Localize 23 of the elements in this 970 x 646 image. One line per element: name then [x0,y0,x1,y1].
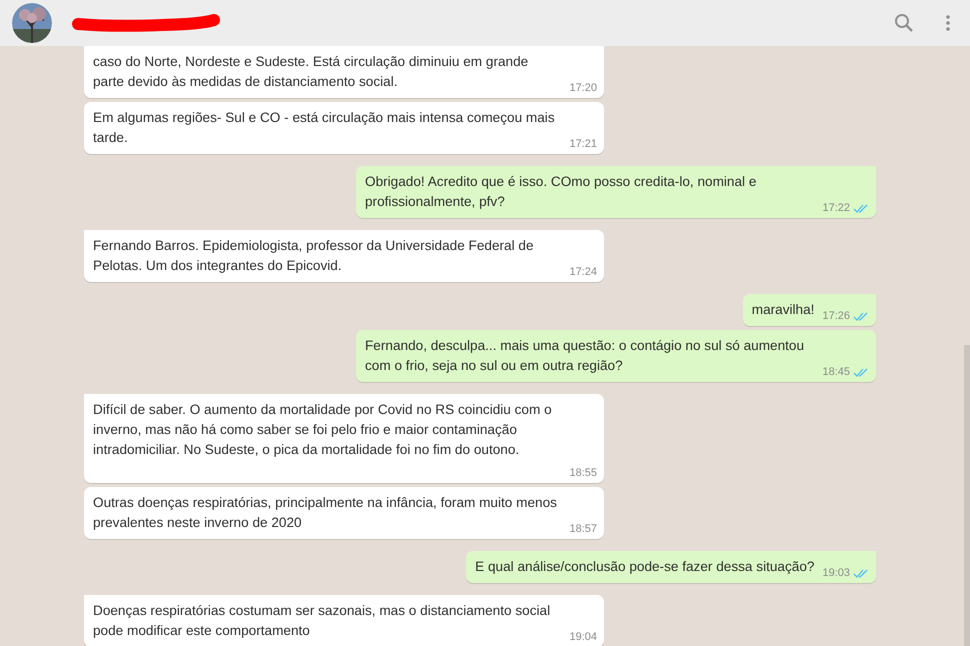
message-time: 18:45 [822,365,850,380]
message-text: caso do Norte, Nordeste e Sudeste. Está circulação diminuiu em grande parte devido às medidas de distanciamento social. [93,53,530,91]
message-text: E qual análise/conclusão pode-se fazer dessa situação? [475,558,814,576]
message-text: Fernando Barros. Epidemiologista, professor da Universidade Federal de Pelotas. Um dos integrantes do Epicovid. [93,237,535,275]
message-text: maravilha! [752,301,814,319]
message-time: 17:24 [569,265,597,280]
scrollbar-thumb[interactable] [964,345,970,646]
message-time: 17:22 [822,201,850,216]
message-text: Obrigado! Acredito que é isso. COmo posso credita-lo, nominal e profissionalmente, pfv? [365,173,758,211]
message-text: Em algumas regiões- Sul e CO - está circulação mais intensa começou mais tarde. [93,109,556,147]
search-icon[interactable] [894,13,914,33]
message-text: Fernando, desculpa... mais uma questão: o contágio no sul só aumentou com o frio, seja no sul ou em outra região? [365,337,806,375]
message-time: 17:21 [569,137,597,152]
message-time: 19:04 [569,630,597,645]
message-time: 19:03 [822,566,850,581]
message-text: Outras doenças respiratórias, principalmente na infância, foram muito menos prevalentes neste inverno de 2020 [93,494,558,532]
message-time: 17:20 [569,81,597,96]
message-text: Doenças respiratórias costumam ser sazonais, mas o distanciamento social pode modificar este comportamento [93,602,552,640]
message-time: 18:57 [569,522,597,537]
menu-icon[interactable] [946,15,950,31]
message-text: Difícil de saber. O aumento da mortalidade por Covid no RS coincidiu com o inverno, mas não há como saber se foi pelo frio e maior contaminação intradomiciliar. No Sudeste, o pica da mortalidade foi no fim do outono. [93,401,553,459]
message-time: 18:55 [569,466,597,481]
message-time: 17:26 [822,309,850,324]
